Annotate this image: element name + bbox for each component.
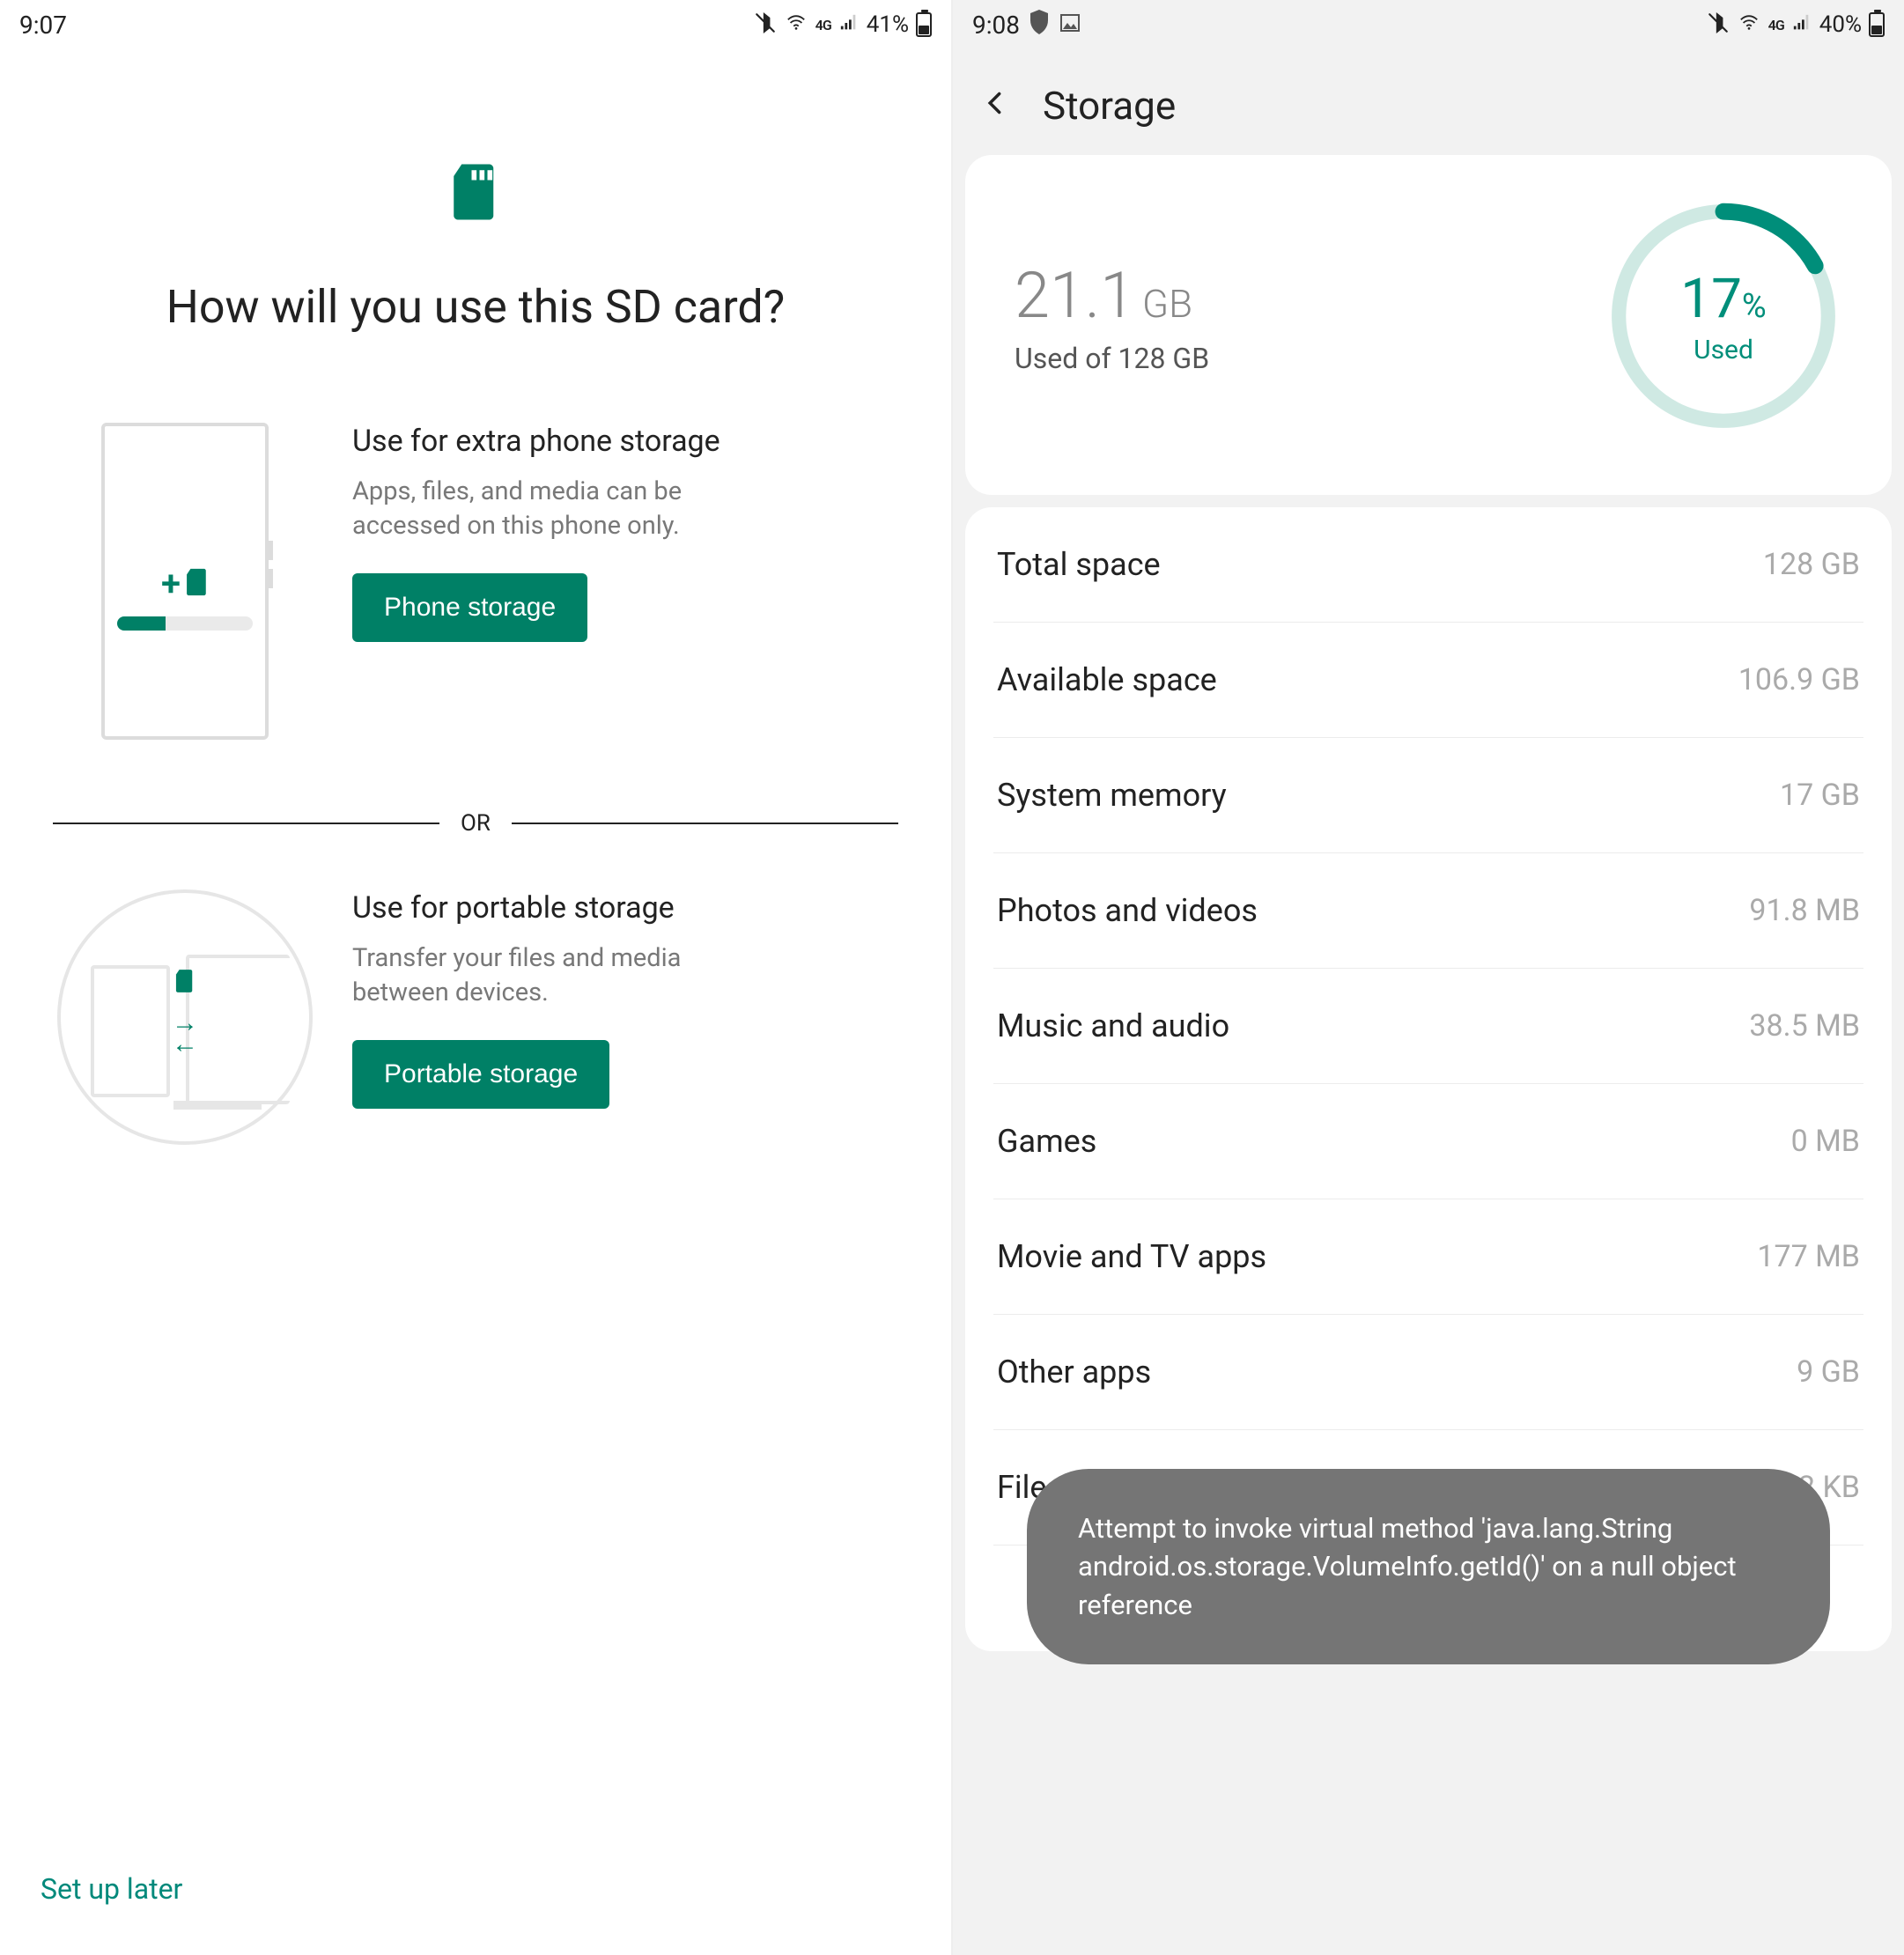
portable-storage-illustration: →← xyxy=(53,889,317,1145)
storage-row-value: 17 GB xyxy=(1780,778,1860,813)
storage-row[interactable]: Other apps 9 GB xyxy=(993,1315,1863,1430)
storage-summary-card: 21.1 GB Used of 128 GB 17% Used xyxy=(965,155,1892,495)
network-4g-label: 4G xyxy=(1768,17,1784,33)
status-time: 9:08 xyxy=(972,11,1020,40)
status-bar: 9:07 4G 41% xyxy=(0,0,951,49)
storage-row[interactable]: Photos and videos 91.8 MB xyxy=(993,853,1863,969)
option-portable-storage: →← Use for portable storage Transfer you… xyxy=(53,889,898,1145)
ring-label: Used xyxy=(1694,335,1753,365)
storage-row-label: Games xyxy=(997,1123,1096,1160)
sd-card-icon xyxy=(186,568,209,600)
battery-percent: 40% xyxy=(1819,11,1862,38)
storage-row-value: 0 MB xyxy=(1791,1124,1860,1159)
option-description: Transfer your files and media between de… xyxy=(352,941,757,1010)
option-title: Use for extra phone storage xyxy=(352,423,898,461)
storage-row[interactable]: Available space 106.9 GB xyxy=(993,623,1863,738)
used-space-unit: GB xyxy=(1142,281,1192,327)
sd-card-icon xyxy=(53,164,898,224)
battery-icon xyxy=(1869,12,1885,37)
back-button[interactable] xyxy=(983,84,1007,129)
status-bar: 9:08 4G 40% xyxy=(953,0,1904,49)
or-label: OR xyxy=(461,810,491,837)
status-time: 9:07 xyxy=(19,11,67,40)
storage-row-value: 38.5 MB xyxy=(1749,1008,1860,1044)
storage-row-value: 9 GB xyxy=(1797,1354,1860,1390)
page-title: Storage xyxy=(1043,83,1176,129)
page-heading: How will you use this SD card? xyxy=(53,280,898,335)
portable-storage-button[interactable]: Portable storage xyxy=(352,1040,609,1109)
storage-row-label: System memory xyxy=(997,777,1227,814)
storage-row-value: 177 MB xyxy=(1757,1239,1860,1274)
storage-row-label: Available space xyxy=(997,661,1217,698)
option-phone-storage: + Use for extra phone storage Apps, file… xyxy=(53,423,898,740)
wifi-icon xyxy=(1737,13,1761,36)
battery-percent: 41% xyxy=(867,11,909,38)
mute-vibrate-icon xyxy=(754,11,777,38)
signal-icon xyxy=(838,13,860,36)
used-space-value: 21.1 xyxy=(1015,258,1135,333)
storage-row-label: Music and audio xyxy=(997,1007,1229,1044)
transfer-arrows-icon: →← xyxy=(172,1013,198,1055)
mute-vibrate-icon xyxy=(1707,11,1730,38)
storage-row[interactable]: Total space 128 GB xyxy=(993,507,1863,623)
storage-row-value: 106.9 GB xyxy=(1738,662,1860,697)
usage-ring: 17% Used xyxy=(1605,197,1842,435)
error-toast: Attempt to invoke virtual method 'java.l… xyxy=(1027,1469,1830,1664)
setup-later-link[interactable]: Set up later xyxy=(41,1872,182,1906)
storage-row[interactable]: Games 0 MB xyxy=(993,1084,1863,1199)
option-description: Apps, files, and media can be accessed o… xyxy=(352,475,757,543)
storage-row-value: 128 GB xyxy=(1763,547,1860,582)
image-icon xyxy=(1059,11,1081,40)
signal-icon xyxy=(1791,13,1812,36)
sd-card-icon xyxy=(175,969,195,997)
phone-storage-illustration: + xyxy=(53,423,317,740)
plus-icon: + xyxy=(161,563,181,604)
storage-row[interactable]: Music and audio 38.5 MB xyxy=(993,969,1863,1084)
page-header: Storage xyxy=(953,49,1904,155)
storage-row-label: Total space xyxy=(997,546,1161,583)
storage-row-label: Movie and TV apps xyxy=(997,1238,1266,1275)
wifi-icon xyxy=(784,13,808,36)
storage-row-label: Other apps xyxy=(997,1354,1151,1391)
ring-percent-value: 17 xyxy=(1680,267,1742,331)
battery-icon xyxy=(916,12,932,37)
storage-row[interactable]: System memory 17 GB xyxy=(993,738,1863,853)
storage-row[interactable]: Movie and TV apps 177 MB xyxy=(993,1199,1863,1315)
option-title: Use for portable storage xyxy=(352,889,898,927)
phone-storage-button[interactable]: Phone storage xyxy=(352,573,587,642)
shield-icon xyxy=(1029,10,1050,41)
storage-row-label: Photos and videos xyxy=(997,892,1258,929)
or-divider: OR xyxy=(53,810,898,837)
storage-row-value: 91.8 MB xyxy=(1749,893,1860,928)
network-4g-label: 4G xyxy=(815,17,831,33)
used-of-total: Used of 128 GB xyxy=(1015,342,1209,375)
sd-setup-screen: 9:07 4G 41% How will you use this xyxy=(0,0,953,1955)
ring-percent-unit: % xyxy=(1742,287,1767,326)
storage-settings-screen: 9:08 4G 40% xyxy=(953,0,1904,1955)
